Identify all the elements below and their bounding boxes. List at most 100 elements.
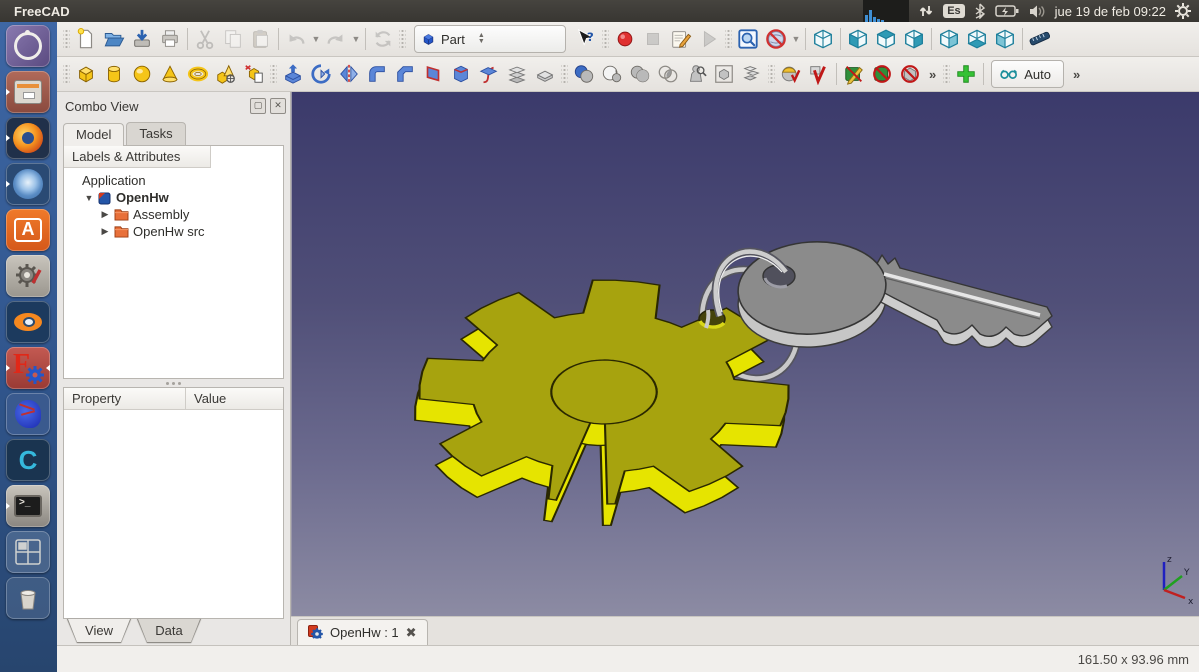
view-rear-button[interactable]	[935, 25, 963, 53]
mdi-tab-close-icon[interactable]: ✖	[406, 625, 417, 641]
boolean-intersection-button[interactable]	[654, 60, 682, 88]
system-load-graph-icon[interactable]	[863, 0, 909, 22]
cross-sections-button[interactable]	[503, 60, 531, 88]
remove-feature-button[interactable]	[868, 60, 896, 88]
fillet-button[interactable]	[363, 60, 391, 88]
measure-distance-button[interactable]	[1026, 25, 1054, 53]
launcher-ubuntu-dash[interactable]	[6, 25, 50, 67]
launcher-freecad[interactable]: F	[6, 347, 50, 389]
key-model[interactable]	[735, 237, 1052, 352]
whats-this-button[interactable]: ?	[572, 25, 600, 53]
part-sphere-button[interactable]	[128, 60, 156, 88]
twisty-right-icon[interactable]: ▶	[100, 209, 110, 220]
add-item-button[interactable]	[952, 60, 980, 88]
macro-edit-button[interactable]	[667, 25, 695, 53]
part-torus-button[interactable]	[184, 60, 212, 88]
launcher-software-center[interactable]: A	[6, 209, 50, 251]
view-left-button[interactable]	[991, 25, 1019, 53]
boolean-cut-button[interactable]	[598, 60, 626, 88]
toolbar-drag-handle[interactable]	[399, 28, 406, 50]
mdi-tab-openhw[interactable]: OpenHw : 1 ✖	[297, 619, 428, 645]
view-front-button[interactable]	[844, 25, 872, 53]
toolbar-drag-handle[interactable]	[561, 63, 568, 85]
redo-dropdown-arrow[interactable]: ▼	[350, 25, 362, 53]
toolbar-drag-handle[interactable]	[602, 28, 609, 50]
battery-icon[interactable]	[995, 4, 1019, 18]
split-shape-button[interactable]	[738, 60, 766, 88]
value-column-header[interactable]: Value	[186, 388, 234, 409]
volume-icon[interactable]	[1028, 4, 1046, 19]
launcher-trash[interactable]	[6, 577, 50, 619]
save-document-button[interactable]	[128, 25, 156, 53]
loft-button[interactable]	[447, 60, 475, 88]
refresh-button[interactable]	[369, 25, 397, 53]
toolbar-drag-handle[interactable]	[725, 28, 732, 50]
view-axonometric-button[interactable]	[809, 25, 837, 53]
macro-play-button[interactable]	[695, 25, 723, 53]
tree-item-application[interactable]: Application	[66, 172, 281, 189]
sweep-button[interactable]	[475, 60, 503, 88]
revolve-button[interactable]	[307, 60, 335, 88]
tab-tasks[interactable]: Tasks	[126, 122, 185, 145]
ruled-surface-button[interactable]	[419, 60, 447, 88]
part-primitives-button[interactable]	[212, 60, 240, 88]
undo-dropdown-arrow[interactable]: ▼	[310, 25, 322, 53]
toolbar-overflow-indicator[interactable]: »	[924, 67, 941, 82]
offset-button[interactable]	[531, 60, 559, 88]
session-gear-icon[interactable]	[1175, 3, 1191, 19]
extrude-button[interactable]	[279, 60, 307, 88]
make-compound-button[interactable]	[710, 60, 738, 88]
workbench-spinner[interactable]: ▲▼	[470, 33, 485, 45]
clock[interactable]: jue 19 de feb 09:22	[1055, 4, 1166, 19]
workbench-selector[interactable]: Part▲▼	[414, 25, 566, 53]
launcher-chromium[interactable]	[6, 163, 50, 205]
draw-style-dropdown-arrow[interactable]: ▼	[790, 25, 802, 53]
view-top-button[interactable]	[872, 25, 900, 53]
boolean-union-button[interactable]	[626, 60, 654, 88]
check-geometry-button[interactable]	[777, 60, 805, 88]
fit-all-button[interactable]	[734, 25, 762, 53]
keyboard-indicator[interactable]: Es	[943, 4, 964, 18]
view-bottom-button[interactable]	[963, 25, 991, 53]
paste-button[interactable]	[247, 25, 275, 53]
shape-builder-button[interactable]	[240, 60, 268, 88]
boolean-button[interactable]	[570, 60, 598, 88]
launcher-system-settings[interactable]	[6, 255, 50, 297]
twisty-down-icon[interactable]: ▼	[84, 193, 94, 203]
labels-attributes-header[interactable]: Labels & Attributes	[64, 146, 211, 168]
validate-shape-button[interactable]	[805, 60, 833, 88]
toolbar-drag-handle[interactable]	[943, 63, 950, 85]
draw-style-button[interactable]	[762, 25, 790, 53]
part-box-button[interactable]	[72, 60, 100, 88]
dock-close-button[interactable]: ✕	[270, 98, 286, 114]
open-document-button[interactable]	[100, 25, 128, 53]
launcher-firefox[interactable]	[6, 117, 50, 159]
defeaturing-button[interactable]	[840, 60, 868, 88]
toolbar-overflow-indicator[interactable]: »	[1068, 67, 1085, 82]
dock-float-button[interactable]: ▢	[250, 98, 266, 114]
print-button[interactable]	[156, 25, 184, 53]
property-column-header[interactable]: Property	[64, 388, 186, 409]
undo-button[interactable]	[282, 25, 310, 53]
refine-shape-button[interactable]	[896, 60, 924, 88]
toolbar-drag-handle[interactable]	[63, 63, 70, 85]
launcher-file-manager[interactable]	[6, 71, 50, 113]
shape-info-button[interactable]	[682, 60, 710, 88]
launcher-workspace-switcher[interactable]	[6, 531, 50, 573]
bluetooth-icon[interactable]	[974, 3, 986, 19]
auto-constraint-button[interactable]: Auto	[991, 60, 1064, 88]
bottom-tab-data[interactable]: Data	[137, 619, 201, 643]
3d-viewport[interactable]: z Y x	[291, 92, 1199, 616]
updown-arrows-icon[interactable]	[918, 3, 934, 19]
view-right-button[interactable]	[900, 25, 928, 53]
launcher-terminal[interactable]: >_	[6, 485, 50, 527]
macro-record-button[interactable]	[611, 25, 639, 53]
tree-item-openhw-src[interactable]: ▶OpenHw src	[66, 223, 281, 240]
macro-stop-button[interactable]	[639, 25, 667, 53]
tab-model[interactable]: Model	[63, 123, 124, 146]
launcher-cura[interactable]: C	[6, 439, 50, 481]
toolbar-drag-handle[interactable]	[768, 63, 775, 85]
twisty-right-icon[interactable]: ▶	[100, 226, 110, 237]
dock-splitter[interactable]	[57, 379, 290, 387]
part-cylinder-button[interactable]	[100, 60, 128, 88]
